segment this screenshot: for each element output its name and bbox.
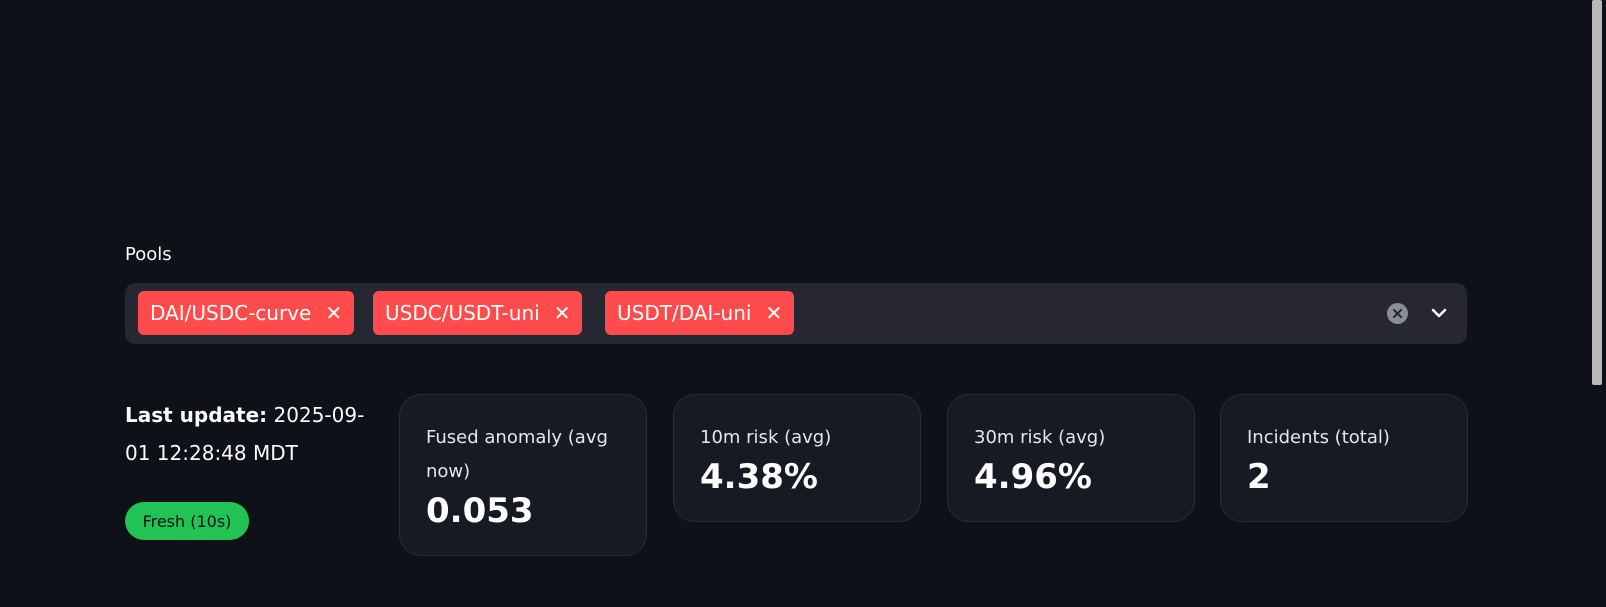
remove-tag-icon[interactable]: ✕ [325, 303, 342, 323]
metric-card-incidents: Incidents (total) 2 [1220, 394, 1468, 522]
remove-tag-icon[interactable]: ✕ [554, 303, 571, 323]
metric-card-10m-risk: 10m risk (avg) 4.38% [673, 394, 921, 522]
metric-value: 4.38% [700, 457, 818, 497]
clear-icon[interactable] [1387, 303, 1408, 324]
pool-tag-usdt-dai-uni: USDT/DAI-uni ✕ [605, 291, 795, 335]
scrollbar-thumb[interactable] [1592, 0, 1602, 385]
pool-tag-label: USDC/USDT-uni [385, 301, 540, 325]
pool-tag-usdc-usdt-uni: USDC/USDT-uni ✕ [373, 291, 583, 335]
remove-tag-icon[interactable]: ✕ [765, 303, 782, 323]
pools-label: Pools [125, 244, 172, 265]
metric-label: Incidents (total) [1247, 427, 1390, 448]
fresh-status-badge: Fresh (10s) [125, 502, 249, 540]
metric-card-30m-risk: 30m risk (avg) 4.96% [947, 394, 1195, 522]
metric-value: 2 [1247, 457, 1271, 497]
pool-tag-label: USDT/DAI-uni [617, 301, 752, 325]
pool-tag-dai-usdc-curve: DAI/USDC-curve ✕ [138, 291, 355, 335]
metric-card-fused-anomaly: Fused anomaly (avg now) 0.053 [399, 394, 647, 556]
metric-label: 10m risk (avg) [700, 427, 832, 448]
metric-value: 4.96% [974, 457, 1092, 497]
metric-value: 0.053 [426, 491, 534, 531]
pool-tag-label: DAI/USDC-curve [150, 301, 312, 325]
last-update-label: Last update: [125, 403, 268, 427]
scrollbar-track[interactable] [1592, 0, 1606, 607]
chevron-down-icon[interactable] [1427, 301, 1451, 325]
pools-multiselect[interactable]: DAI/USDC-curve ✕ USDC/USDT-uni ✕ USDT/DA… [125, 283, 1467, 344]
metric-label: Fused anomaly (avg now) [426, 427, 608, 482]
metric-label: 30m risk (avg) [974, 427, 1106, 448]
last-update-text: Last update: 2025-09-01 12:28:48 MDT [125, 396, 365, 472]
